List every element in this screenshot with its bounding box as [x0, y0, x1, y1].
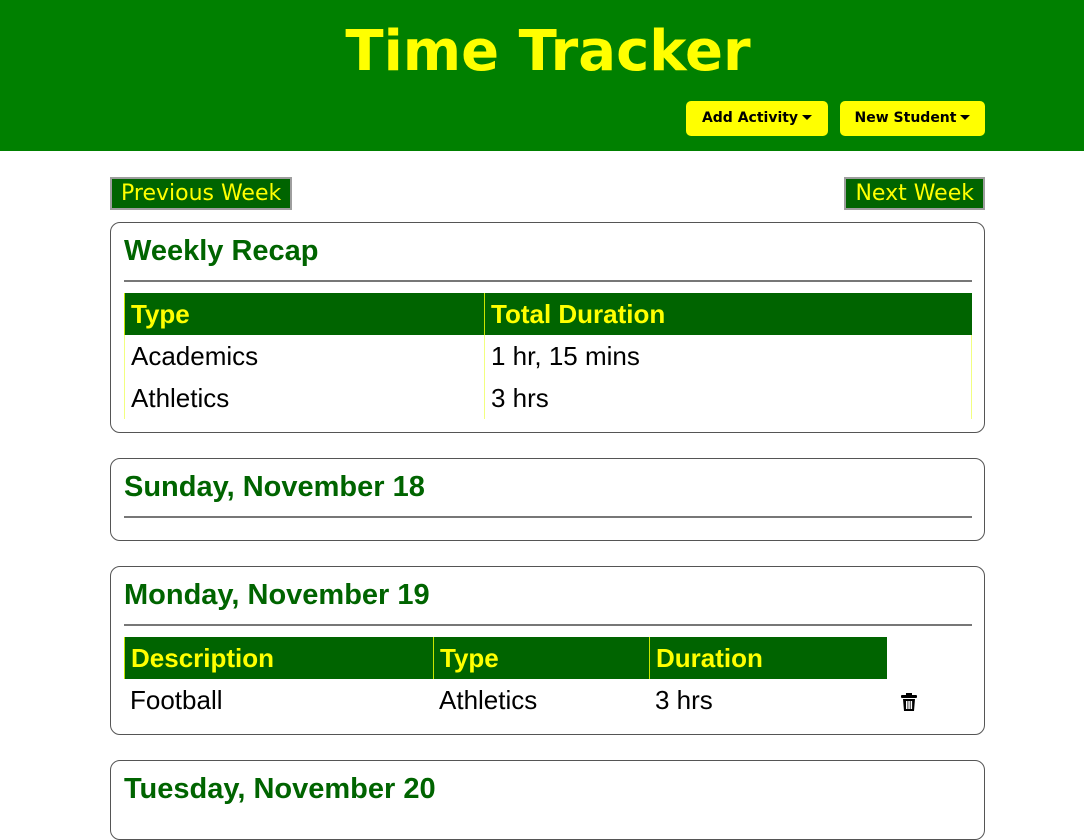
day-card-sunday: Sunday, November 18 [110, 458, 985, 541]
add-activity-button[interactable]: Add Activity [686, 101, 828, 136]
divider [124, 516, 972, 518]
next-week-button[interactable]: Next Week [844, 177, 985, 210]
table-cell: Athletics [124, 377, 484, 419]
weekly-recap-title: Weekly Recap [124, 235, 319, 267]
table-cell: 1 hr, 15 mins [484, 335, 972, 377]
table-cell: Football [130, 685, 223, 715]
app-title: Time Tracker [345, 19, 751, 84]
table-cell: Athletics [439, 685, 538, 715]
column-header-type: Type [124, 293, 484, 335]
day-card-tuesday: Tuesday, November 20 [110, 760, 985, 840]
weekly-recap-card: Weekly Recap Type Total Duration Academi… [110, 222, 985, 433]
new-student-label: New Student [854, 110, 957, 126]
caret-down-icon [802, 114, 813, 120]
day-title: Monday, November 19 [124, 579, 430, 611]
app-header: Time Tracker Add Activity New Student [0, 0, 1084, 151]
divider [124, 280, 972, 282]
column-header-description: Description [124, 637, 433, 679]
table-cell: 3 hrs [655, 685, 713, 715]
recap-table: Type Total Duration Academics 1 hr, 15 m… [124, 293, 972, 420]
trash-icon[interactable] [901, 693, 917, 711]
divider [124, 624, 972, 626]
table-cell: 3 hrs [484, 377, 972, 419]
new-student-button[interactable]: New Student [840, 101, 985, 136]
activity-table: Description Type Duration Football Athle… [124, 637, 972, 722]
day-title: Sunday, November 18 [124, 471, 425, 503]
day-title: Tuesday, November 20 [124, 773, 436, 805]
day-card-monday: Monday, November 19 Description Type Dur… [110, 566, 985, 735]
add-activity-label: Add Activity [701, 110, 799, 126]
column-header-type: Type [433, 637, 649, 679]
caret-down-icon [960, 114, 971, 120]
column-header-total-duration: Total Duration [484, 293, 972, 335]
column-header-duration: Duration [649, 637, 887, 679]
previous-week-button[interactable]: Previous Week [110, 177, 293, 210]
table-cell: Academics [124, 335, 484, 377]
